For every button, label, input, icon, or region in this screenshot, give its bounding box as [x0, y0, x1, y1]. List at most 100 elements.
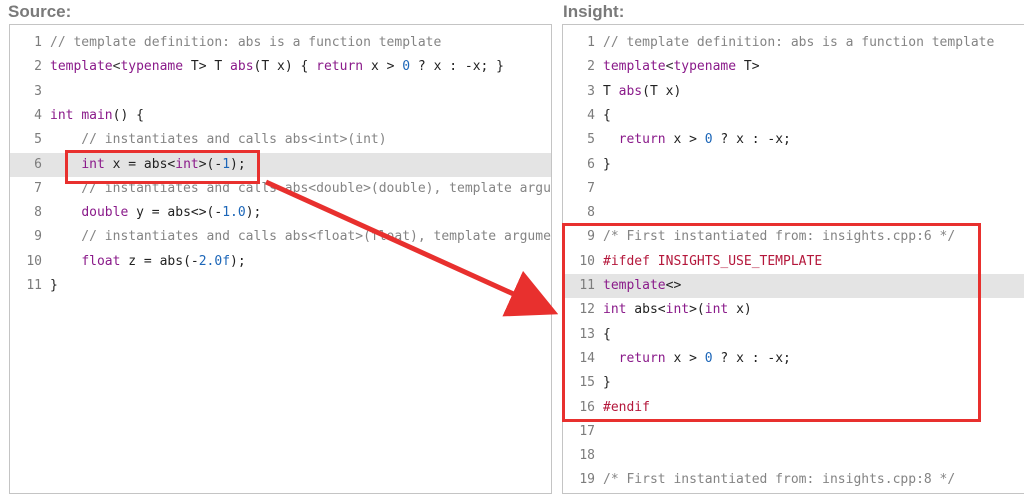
insight-line[interactable]: 15}	[563, 371, 1024, 395]
code-token: 0	[402, 59, 411, 75]
source-line[interactable]: 1 // template definition: abs is a functi…	[10, 31, 551, 55]
code-token: x >	[665, 350, 705, 366]
source-line-number: 4	[34, 107, 42, 123]
insight-code: #ifdef INSIGHTS_USE_TEMPLATE	[603, 250, 822, 274]
insight-line[interactable]: 2 template<typename T>	[563, 55, 1024, 79]
code-token: }	[603, 375, 611, 391]
insight-line-number: 4	[587, 107, 595, 123]
source-line[interactable]: 5 // instantiates and calls abs<int>(int…	[10, 128, 551, 152]
insight-line[interactable]: 11 template<>	[563, 274, 1024, 298]
insight-line[interactable]: 6}	[563, 153, 1024, 177]
insight-line[interactable]: 7	[563, 177, 1024, 201]
code-token: }	[603, 156, 611, 172]
source-line[interactable]: 8 double y = abs<>(-1.0);	[10, 201, 551, 225]
insight-line[interactable]: 4{	[563, 104, 1024, 128]
source-line-number: 8	[34, 205, 42, 221]
insight-line[interactable]: 17	[563, 420, 1024, 444]
code-token: () {	[112, 107, 144, 123]
code-token: (T x)	[642, 83, 682, 99]
insight-line[interactable]: 5 return x > 0 ? x : -x;	[563, 128, 1024, 152]
insight-code: {	[603, 104, 611, 128]
insight-editor[interactable]: 1 // template definition: abs is a functi…	[562, 24, 1024, 494]
code-token: typename	[673, 59, 737, 75]
source-code: int x = abs<int>(-1);	[50, 153, 245, 177]
insight-line-number: 10	[579, 253, 595, 269]
insight-line-number: 8	[587, 205, 595, 221]
code-token: 1	[222, 156, 231, 172]
insight-line-number: 17	[579, 423, 595, 439]
code-token: return	[618, 132, 666, 148]
source-code: // instantiates and calls abs<int>(int)	[50, 128, 386, 152]
insight-line-number: 15	[579, 375, 595, 391]
code-token: int	[665, 302, 690, 318]
insight-line[interactable]: 9 /* First instantiated from: insights.cp…	[563, 225, 1024, 249]
code-token: // template definition: abs is a functio…	[603, 35, 995, 50]
insight-line[interactable]: 3T abs(T x)	[563, 80, 1024, 104]
source-line[interactable]: 2 template<typename T> T abs(T x) { retur…	[10, 55, 551, 79]
insight-code: {	[603, 323, 611, 347]
code-token: typename	[120, 59, 184, 75]
insight-code: // template definition: abs is a functio…	[603, 31, 994, 55]
insight-line[interactable]: 8	[563, 201, 1024, 225]
code-token: #endif	[603, 399, 650, 415]
source-line[interactable]: 7 // instantiates and calls abs<double>(…	[10, 177, 551, 201]
insight-code: T abs(T x)	[603, 80, 681, 104]
insight-line-number: 9	[587, 229, 595, 245]
code-token: template	[603, 278, 666, 293]
insight-code: return x > 0 ? x : -x;	[603, 347, 791, 371]
insight-line-number: 12	[579, 302, 595, 318]
source-line[interactable]: 9 // instantiates and calls abs<float>(f…	[10, 225, 551, 249]
code-token: 0	[704, 132, 713, 148]
insight-line[interactable]: 12 int abs<int>(int x)	[563, 298, 1024, 322]
source-line[interactable]: 3	[10, 80, 551, 104]
code-token: abs	[230, 59, 254, 75]
source-line[interactable]: 10 float z = abs(-2.0f);	[10, 250, 551, 274]
source-line[interactable]: 11}	[10, 274, 551, 298]
code-token: /* First instantiated from: insights.cpp…	[603, 229, 956, 245]
code-token: double	[81, 205, 129, 221]
code-token: // instantiates and calls abs<double>(do…	[50, 180, 552, 196]
code-token: }	[50, 278, 58, 293]
insight-code: int abs<int>(int x)	[603, 298, 752, 322]
code-token: ? x : -x; }	[410, 59, 505, 75]
insight-line[interactable]: 16 #endif	[563, 396, 1024, 420]
source-code: }	[50, 274, 58, 298]
source-code: // instantiates and calls abs<float>(flo…	[50, 225, 551, 249]
insight-code: }	[603, 153, 611, 177]
code-token: (T x) {	[253, 59, 317, 75]
source-code: template<typename T> T abs(T x) { return…	[50, 55, 504, 79]
source-editor[interactable]: 1 // template definition: abs is a functi…	[9, 24, 552, 494]
code-token: template	[603, 59, 666, 75]
code-token: return	[316, 59, 364, 75]
insight-code: }	[603, 371, 611, 395]
source-line-number: 9	[34, 229, 42, 245]
code-token: template	[50, 59, 113, 75]
insight-line-number: 11	[579, 278, 595, 293]
source-line-number: 10	[26, 253, 42, 269]
code-token: ? x : -x;	[712, 350, 791, 366]
code-token: // template definition: abs is a functio…	[50, 35, 442, 50]
source-line[interactable]: 4 int main() {	[10, 104, 551, 128]
insight-line[interactable]: 14 return x > 0 ? x : -x;	[563, 347, 1024, 371]
code-token: ? x : -x;	[712, 132, 791, 148]
source-line[interactable]: 6 int x = abs<int>(-1);	[10, 152, 551, 177]
source-line-number: 3	[34, 83, 42, 99]
source-pane-title: Source:	[8, 2, 72, 21]
source-code: float z = abs(-2.0f);	[50, 250, 245, 274]
code-token: z = abs(-	[120, 253, 199, 269]
code-token: main	[81, 107, 113, 123]
insight-line[interactable]: 1 // template definition: abs is a functi…	[563, 31, 1024, 55]
insight-code: /* First instantiated from: insights.cpp…	[603, 225, 955, 249]
code-token: T	[603, 83, 619, 99]
insight-line[interactable]: 13 {	[563, 323, 1024, 347]
code-token: x >	[665, 132, 705, 148]
insight-code: #endif	[603, 396, 650, 420]
code-token: {	[603, 326, 611, 342]
code-token: T>	[736, 59, 760, 75]
insight-line[interactable]: 18	[563, 444, 1024, 468]
insight-line[interactable]: 10 #ifdef INSIGHTS_USE_TEMPLATE	[563, 250, 1024, 274]
insight-pane-title: Insight:	[563, 2, 625, 21]
source-line-number: 6	[34, 156, 42, 172]
